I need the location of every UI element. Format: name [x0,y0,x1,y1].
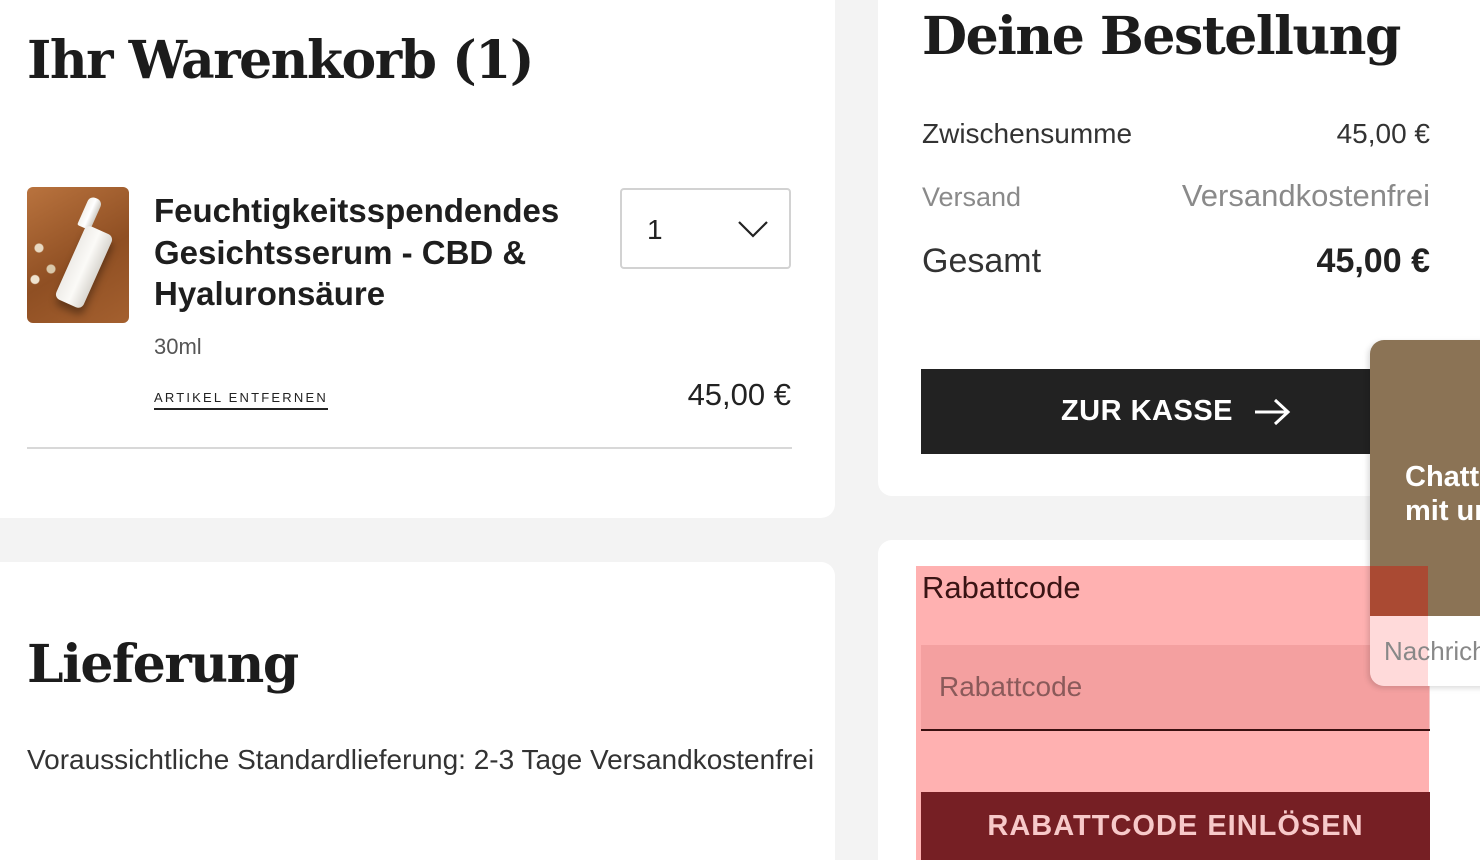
arrow-right-icon [1255,398,1291,425]
delivery-card [0,562,835,860]
coupon-label: Rabattcode [922,570,1081,605]
subtotal-row: Zwischensumme 45,00 € [922,118,1430,150]
subtotal-value: 45,00 € [1336,118,1430,149]
remove-item-link[interactable]: ARTIKEL ENTFERNEN [154,390,328,410]
total-value: 45,00 € [1316,242,1430,280]
subtotal-label: Zwischensumme [922,118,1133,149]
chevron-down-icon [738,221,768,238]
shipping-value: Versandkostenfrei [1181,178,1430,213]
quantity-value: 1 [647,214,663,245]
redeem-coupon-button[interactable]: RABATTCODE EINLÖSEN [921,792,1430,860]
total-row: Gesamt 45,00 € [922,242,1430,281]
delivery-estimate-text: Voraussichtliche Standardlieferung: 2-3 … [27,744,815,775]
product-name[interactable]: Feuchtigkeitsspendendes Gesichtsserum - … [154,190,594,315]
chat-highlight-overlap [1370,566,1428,616]
checkout-label: ZUR KASSE [1060,395,1234,427]
shipping-label: Versand [922,182,1022,212]
delivery-title: Lieferung [27,634,299,695]
total-label: Gesamt [922,242,1042,280]
product-image[interactable] [27,187,129,323]
quantity-select[interactable]: 1 [620,188,791,269]
cart-title: Ihr Warenkorb (1) [27,30,534,91]
shipping-row: Versand Versandkostenfrei [922,178,1430,214]
cart-divider [27,447,792,449]
coupon-input[interactable] [921,645,1430,731]
chat-message-input[interactable]: Nachricht [1384,636,1480,667]
chat-widget[interactable]: Chatten Sie mit uns Nachricht [1370,340,1480,686]
product-variant: 30ml [154,334,202,359]
checkout-button[interactable]: ZUR KASSE [921,369,1431,454]
chat-title: Chatten Sie mit uns [1405,461,1480,527]
product-price: 45,00 € [687,377,791,412]
order-title: Deine Bestellung [922,6,1401,67]
